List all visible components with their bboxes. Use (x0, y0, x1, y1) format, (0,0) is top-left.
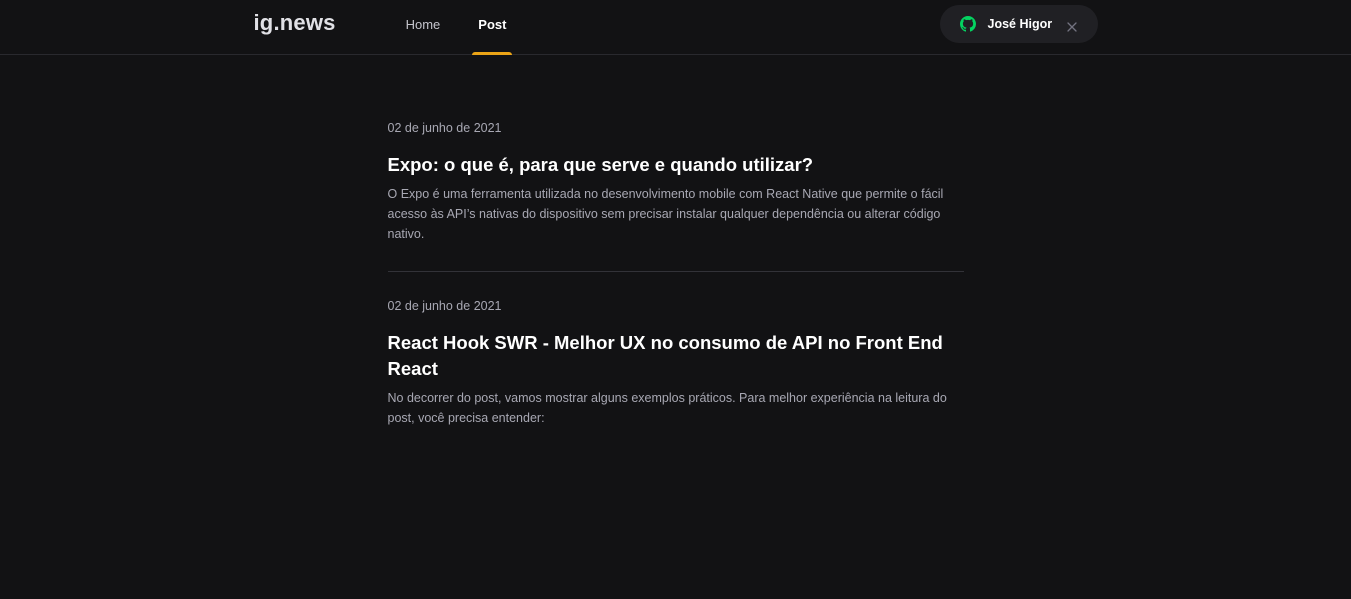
post-date: 02 de junho de 2021 (387, 299, 502, 313)
sign-out-button[interactable]: José Higor (939, 5, 1098, 43)
header: ig.news Home Post José Higor (0, 0, 1351, 55)
posts-list: 02 de junho de 2021 Expo: o que é, para … (387, 55, 964, 428)
post-item[interactable]: 02 de junho de 2021 React Hook SWR - Mel… (388, 299, 964, 428)
post-title[interactable]: React Hook SWR - Melhor UX no consumo de… (388, 330, 964, 382)
post-excerpt: No decorrer do post, vamos mostrar algun… (387, 391, 947, 425)
main-nav: Home Post (406, 0, 545, 55)
post-divider (387, 271, 964, 272)
post-date: 02 de junho de 2021 (387, 121, 502, 135)
github-icon (959, 16, 976, 32)
header-content: ig.news Home Post José Higor (254, 0, 1098, 55)
nav-link-post[interactable]: Post (472, 0, 513, 55)
user-name: José Higor (987, 17, 1053, 31)
logo[interactable]: ig.news (254, 10, 336, 36)
post-title[interactable]: Expo: o que é, para que serve e quando u… (388, 152, 964, 178)
post-item[interactable]: 02 de junho de 2021 Expo: o que é, para … (388, 121, 964, 244)
post-excerpt: O Expo é uma ferramenta utilizada no des… (387, 187, 944, 241)
close-icon[interactable] (1067, 19, 1077, 32)
nav-link-home[interactable]: Home (406, 0, 441, 54)
